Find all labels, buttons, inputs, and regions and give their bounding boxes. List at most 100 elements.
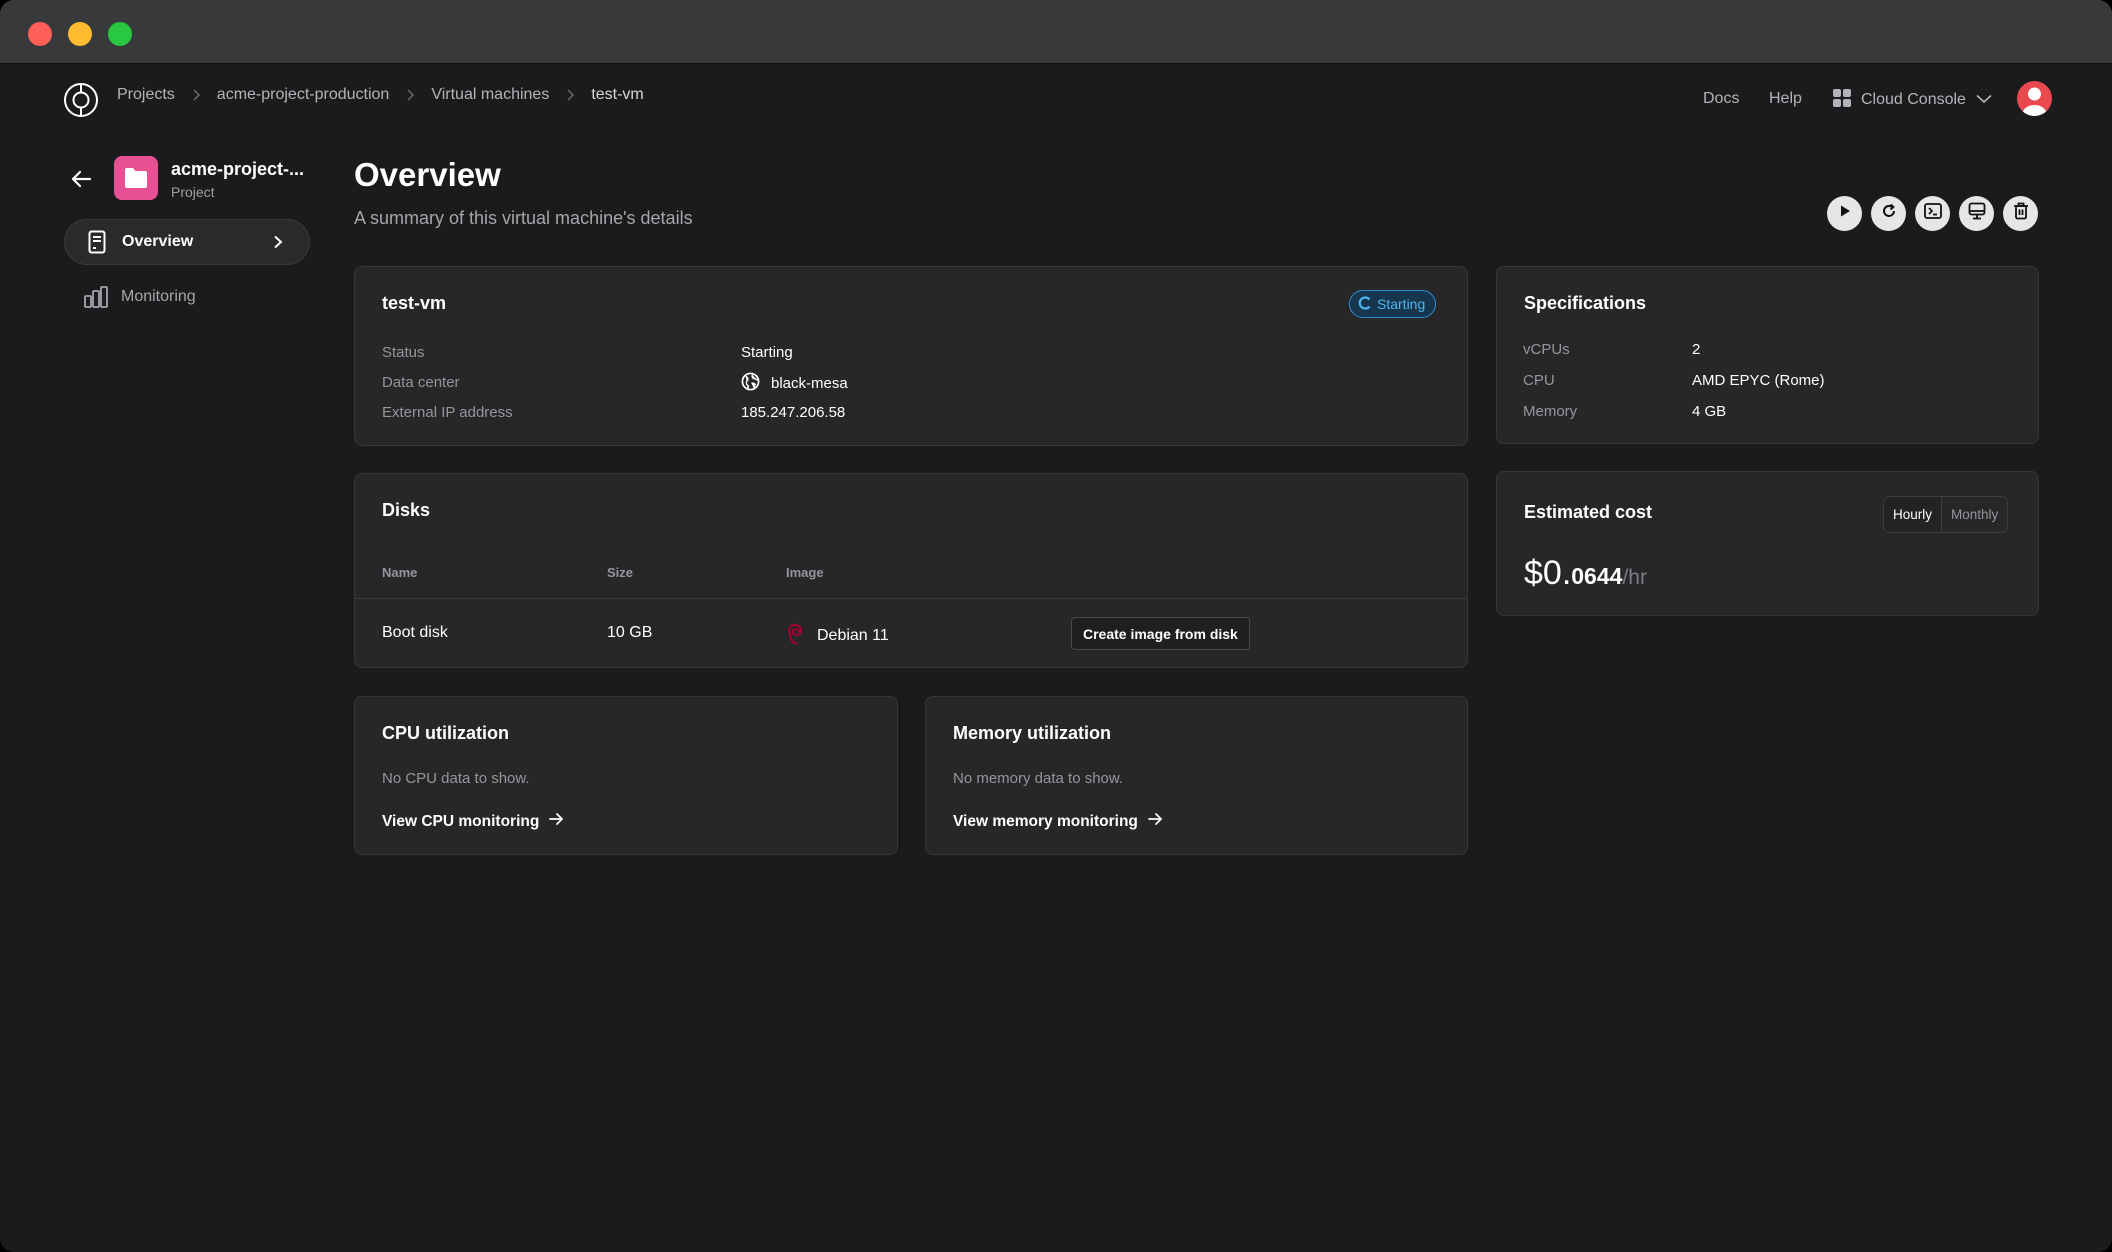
restart-button[interactable] [1871, 196, 1906, 231]
breadcrumb-virtual-machines[interactable]: Virtual machines [431, 86, 549, 104]
specifications-card: Specifications vCPUs 2 CPU AMD EPYC (Rom… [1496, 266, 2039, 444]
chevron-down-icon [1976, 91, 1992, 109]
breadcrumb-project[interactable]: acme-project-production [217, 86, 390, 104]
cost-period-toggle: Hourly Monthly [1883, 496, 2009, 533]
create-image-from-disk-button[interactable]: Create image from disk [1071, 617, 1250, 650]
logo-icon[interactable] [62, 81, 100, 119]
play-icon [1838, 204, 1852, 223]
disks-card: Disks Name Size Image Boot disk 10 GB De… [354, 473, 1468, 668]
close-window-button[interactable] [28, 22, 52, 46]
disk-name: Boot disk [382, 624, 448, 641]
app-window: Projects acme-project-production Virtual… [0, 0, 2112, 1252]
page-title: Overview [354, 156, 501, 193]
disk-image: Debian 11 [785, 620, 889, 651]
view-memory-monitoring-label: View memory monitoring [953, 812, 1138, 830]
status-badge-label: Starting [1377, 296, 1426, 312]
debian-logo-icon [785, 620, 807, 651]
data-center-label: Data center [382, 374, 460, 391]
breadcrumb-current[interactable]: test-vm [591, 86, 643, 104]
specifications-title: Specifications [1524, 293, 1647, 313]
cloud-console-label: Cloud Console [1861, 91, 1966, 108]
page-subtitle: A summary of this virtual machine's deta… [354, 208, 693, 228]
vm-name: test-vm [382, 293, 447, 313]
refresh-icon [1881, 203, 1897, 224]
memory-value: 4 GB [1692, 403, 1727, 420]
status-value: Starting [741, 344, 793, 361]
disk-image-name: Debian 11 [817, 626, 889, 644]
top-navigation: Projects acme-project-production Virtual… [0, 64, 2112, 136]
status-label: Status [382, 344, 425, 361]
chevron-right-icon [273, 234, 289, 250]
table-divider [355, 598, 1467, 599]
display-button[interactable] [1959, 196, 1994, 231]
chevron-right-icon [563, 88, 577, 102]
view-cpu-monitoring-label: View CPU monitoring [382, 812, 540, 830]
data-center-name: black-mesa [771, 375, 848, 392]
estimated-cost-title: Estimated cost [1524, 502, 1653, 522]
delete-button[interactable] [2003, 196, 2038, 231]
view-memory-monitoring-link[interactable]: View memory monitoring [953, 812, 1163, 831]
cost-amount-main: $0. [1524, 554, 1572, 592]
vm-actions [1827, 196, 2038, 231]
arrow-right-icon [1147, 812, 1163, 831]
globe-icon [741, 372, 760, 395]
status-badge: Starting [1349, 290, 1437, 318]
console-button[interactable] [1915, 196, 1950, 231]
view-cpu-monitoring-link[interactable]: View CPU monitoring [382, 812, 564, 831]
ip-address-label: External IP address [382, 404, 513, 421]
start-button[interactable] [1827, 196, 1862, 231]
bar-chart-icon [84, 285, 108, 309]
vm-details-card: test-vm Starting Status Starting Data ce… [354, 266, 1468, 446]
document-icon [85, 230, 109, 254]
memory-empty-message: No memory data to show. [953, 770, 1124, 787]
grid-icon [1833, 88, 1851, 112]
project-type-label: Project [171, 184, 215, 200]
monthly-toggle[interactable]: Monthly [1941, 497, 2007, 532]
cpu-value: AMD EPYC (Rome) [1692, 372, 1825, 389]
monitor-icon [1968, 202, 1986, 225]
sidebar-item-label: Overview [122, 233, 194, 250]
chevron-right-icon [189, 88, 203, 102]
cost-unit: /hr [1622, 566, 1647, 589]
disk-size: 10 GB [607, 624, 653, 641]
trash-icon [2013, 202, 2029, 225]
project-name[interactable]: acme-project-... [171, 159, 304, 180]
chevron-right-icon [403, 88, 417, 102]
vcpus-label: vCPUs [1523, 341, 1570, 358]
arrow-right-icon [548, 812, 564, 831]
cpu-utilization-title: CPU utilization [382, 723, 509, 743]
maximize-window-button[interactable] [108, 22, 132, 46]
vcpus-value: 2 [1692, 341, 1701, 358]
docs-link[interactable]: Docs [1703, 90, 1739, 108]
memory-label: Memory [1523, 403, 1578, 420]
estimated-cost-card: Estimated cost Hourly Monthly $0. 0644 /… [1496, 471, 2039, 616]
cpu-utilization-card: CPU utilization No CPU data to show. Vie… [354, 696, 898, 855]
memory-utilization-card: Memory utilization No memory data to sho… [925, 696, 1468, 855]
cost-amount: $0. 0644 /hr [1524, 554, 1647, 593]
cloud-console-dropdown[interactable]: Cloud Console [1833, 84, 1992, 116]
column-header-size: Size [607, 565, 634, 580]
disks-title: Disks [382, 500, 431, 520]
back-arrow-icon[interactable] [68, 165, 96, 193]
minimize-window-button[interactable] [68, 22, 92, 46]
cost-amount-decimals: 0644 [1571, 563, 1623, 589]
cpu-label: CPU [1523, 372, 1555, 389]
title-bar [0, 0, 2112, 64]
cpu-empty-message: No CPU data to show. [382, 770, 530, 787]
sidebar-item-overview[interactable]: Overview [64, 219, 310, 265]
help-link[interactable]: Help [1769, 90, 1802, 108]
ip-address-value[interactable]: 185.247.206.58 [741, 404, 845, 421]
spinner-icon [1358, 295, 1372, 313]
terminal-icon [1923, 203, 1942, 224]
hourly-toggle[interactable]: Hourly [1884, 497, 1942, 532]
column-header-name: Name [382, 565, 418, 580]
memory-utilization-title: Memory utilization [953, 723, 1112, 743]
breadcrumb: Projects acme-project-production Virtual… [117, 86, 644, 104]
sidebar-item-label: Monitoring [121, 288, 196, 305]
breadcrumb-projects[interactable]: Projects [117, 86, 175, 104]
column-header-image: Image [786, 565, 824, 580]
sidebar-item-monitoring[interactable]: Monitoring [64, 274, 310, 320]
data-center-value: black-mesa [741, 372, 848, 395]
project-folder-icon [114, 156, 158, 200]
user-avatar[interactable] [2017, 81, 2052, 116]
